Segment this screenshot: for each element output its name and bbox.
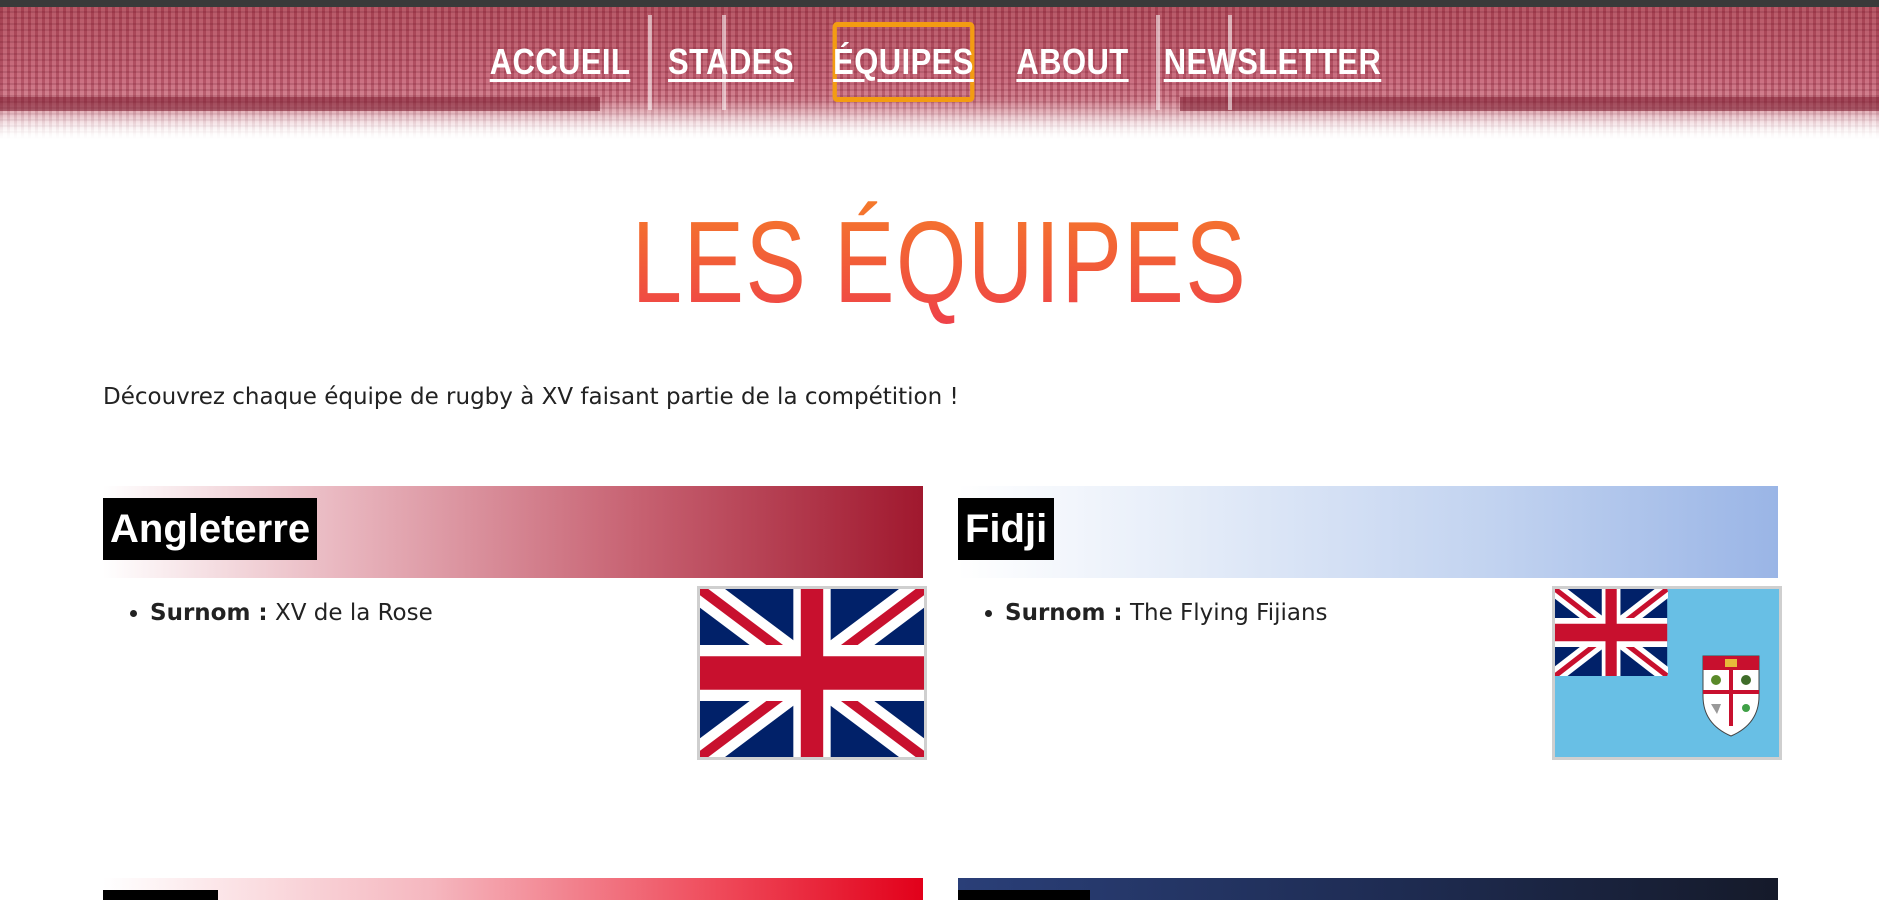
nav-about[interactable]: ABOUT xyxy=(1014,22,1130,102)
nickname-value: XV de la Rose xyxy=(274,600,433,626)
team-name-partial xyxy=(958,890,1090,900)
nav-accueil[interactable]: ACCUEIL xyxy=(490,22,630,102)
fiji-flag-icon xyxy=(1552,586,1782,760)
nav-newsletter[interactable]: NEWSLETTER xyxy=(1164,22,1381,102)
team-body: Surnom : XV de la Rose xyxy=(103,578,927,768)
team-header: Fidji xyxy=(958,486,1778,578)
nickname-label: Surnom : xyxy=(1005,600,1123,626)
list-item: Surnom : The Flying Fijians xyxy=(1005,600,1328,626)
team-info-list: Surnom : XV de la Rose xyxy=(150,600,433,626)
intro-text: Découvrez chaque équipe de rugby à XV fa… xyxy=(103,384,959,410)
team-name-partial xyxy=(103,890,218,900)
team-card-fidji: Fidji Surnom : The Flying Fijians xyxy=(958,486,1782,768)
page-title: LES ÉQUIPES xyxy=(207,195,1673,329)
nickname-label: Surnom : xyxy=(150,600,268,626)
team-name: Angleterre xyxy=(103,498,318,560)
nav-equipes[interactable]: ÉQUIPES xyxy=(832,22,975,102)
team-info-list: Surnom : The Flying Fijians xyxy=(1005,600,1328,626)
uk-flag-icon xyxy=(697,586,927,760)
team-card-angleterre: Angleterre Surnom : XV de la Rose xyxy=(103,486,927,768)
team-header-partial xyxy=(103,878,923,900)
list-item: Surnom : XV de la Rose xyxy=(150,600,433,626)
team-header: Angleterre xyxy=(103,486,923,578)
nickname-value: The Flying Fijians xyxy=(1129,600,1328,626)
team-body: Surnom : The Flying Fijians xyxy=(958,578,1782,768)
nav-stades[interactable]: STADES xyxy=(667,22,796,102)
team-name: Fidji xyxy=(958,498,1055,560)
top-edge xyxy=(0,0,1879,7)
main-nav: ACCUEIL STADES ÉQUIPES ABOUT NEWSLETTER xyxy=(0,22,1879,102)
